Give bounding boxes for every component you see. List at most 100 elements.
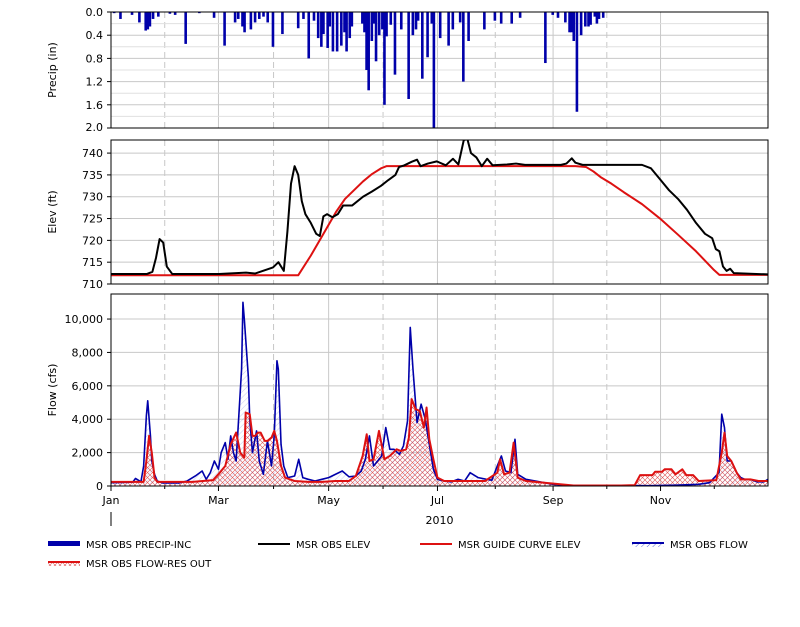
precip-bar bbox=[307, 12, 311, 59]
precip-bar bbox=[385, 12, 388, 37]
elev-y-axis-label: Elev (ft) bbox=[46, 190, 59, 233]
panel-frame bbox=[110, 293, 769, 487]
flow-y-tick-label: 6,000 bbox=[72, 380, 104, 393]
precip-bar bbox=[151, 12, 155, 19]
precip-y-tick-label: 1.2 bbox=[86, 76, 104, 89]
precip-bar bbox=[462, 12, 465, 82]
precip-y-axis-label: Precip (in) bbox=[46, 42, 59, 98]
precip-bar bbox=[157, 12, 160, 17]
precip-bar bbox=[119, 12, 122, 19]
precip-bar bbox=[426, 12, 429, 58]
precip-bar bbox=[212, 12, 216, 18]
elev-y-tick-label: 720 bbox=[82, 234, 103, 247]
precip-bar bbox=[572, 12, 576, 41]
flow-y-axis-label: Flow (cfs) bbox=[46, 364, 59, 417]
x-tick-label: Mar bbox=[208, 494, 229, 507]
precip-bar bbox=[335, 12, 339, 52]
obs-flow-line bbox=[111, 301, 768, 486]
precip-bar bbox=[407, 12, 410, 99]
precip-bar bbox=[432, 12, 436, 128]
precip-bar bbox=[312, 12, 316, 21]
precip-y-tick-label: 2.0 bbox=[86, 121, 104, 134]
precip-bar bbox=[499, 12, 503, 24]
precip-bar bbox=[266, 12, 270, 23]
legend-label: MSR OBS FLOW bbox=[670, 540, 748, 551]
precip-bar bbox=[262, 12, 265, 17]
precip-bar bbox=[249, 12, 253, 30]
flow-y-tick-label: 0 bbox=[96, 480, 103, 493]
precip-bar bbox=[579, 12, 583, 36]
precip-bar bbox=[601, 12, 605, 18]
elev-y-tick-label: 740 bbox=[82, 147, 103, 160]
elev-y-tick-label: 710 bbox=[82, 278, 103, 291]
precip-bar bbox=[350, 12, 354, 27]
precip-bar bbox=[367, 12, 370, 91]
obs-elev-line bbox=[111, 140, 768, 276]
precip-bar bbox=[340, 12, 343, 46]
precip-bar bbox=[184, 12, 187, 44]
precip-bar bbox=[271, 12, 275, 47]
guide-curve-line bbox=[111, 165, 768, 277]
flow-y-tick-label: 4,000 bbox=[72, 413, 104, 426]
precip-bar bbox=[467, 12, 470, 41]
precip-y-tick-label: 0.0 bbox=[86, 6, 104, 19]
elev-y-tick-label: 725 bbox=[82, 213, 103, 226]
flow-y-tick-label: 2,000 bbox=[72, 447, 104, 460]
precip-bar bbox=[328, 12, 332, 27]
precip-y-tick-label: 1.6 bbox=[86, 99, 104, 112]
elev-y-tick-label: 730 bbox=[82, 191, 103, 204]
legend-label: MSR GUIDE CURVE ELEV bbox=[458, 540, 581, 551]
precip-bar bbox=[374, 12, 378, 62]
hydrograph-chart: 0.0 0.4 0.8 1.2 1.6 2.0 Precip (in) 710 715 720 72… bbox=[46, 6, 769, 570]
precip-bar bbox=[331, 12, 335, 52]
elev-lines bbox=[111, 140, 768, 277]
flow-lines bbox=[111, 301, 768, 486]
precip-bar bbox=[399, 12, 403, 30]
precip-bar bbox=[257, 12, 261, 19]
precip-bar bbox=[411, 12, 415, 36]
precip-bar bbox=[421, 12, 424, 79]
precip-bar bbox=[345, 12, 348, 52]
precip-bar bbox=[302, 12, 305, 19]
precip-bar bbox=[544, 12, 547, 64]
chart-stage: 0.0 0.4 0.8 1.2 1.6 2.0 Precip (in) 710 715 720 72… bbox=[0, 0, 800, 627]
precip-bar bbox=[556, 12, 560, 18]
precip-bar bbox=[223, 12, 226, 46]
elev-y-tick-label: 735 bbox=[82, 169, 103, 182]
precip-bar bbox=[518, 12, 522, 18]
precip-bar bbox=[493, 12, 497, 21]
precip-bar bbox=[138, 12, 141, 23]
precip-bar bbox=[458, 12, 462, 23]
precip-bar bbox=[233, 12, 237, 23]
precip-bar bbox=[236, 12, 240, 19]
x-tick-label: Jul bbox=[430, 494, 444, 507]
precip-bar bbox=[389, 12, 393, 25]
x-tick-label: Nov bbox=[650, 494, 672, 507]
legend-label: MSR OBS ELEV bbox=[296, 540, 370, 551]
precip-bar bbox=[243, 12, 246, 33]
x-tick-label: May bbox=[317, 494, 340, 507]
x-tick-label: Sep bbox=[543, 494, 564, 507]
x-year-label: 2010 bbox=[426, 514, 454, 527]
legend-label: MSR OBS PRECIP-INC bbox=[86, 540, 191, 551]
legend-label: MSR OBS FLOW-RES OUT bbox=[86, 559, 212, 570]
precip-bar bbox=[377, 12, 381, 36]
flow-y-tick-label: 8,000 bbox=[72, 346, 104, 359]
precip-bar bbox=[483, 12, 486, 30]
precip-bar bbox=[575, 12, 579, 112]
flow-y-tick-label: 10,000 bbox=[65, 313, 104, 326]
precip-bar bbox=[597, 12, 601, 19]
legend-swatch bbox=[48, 541, 80, 546]
precip-bar bbox=[584, 12, 587, 27]
precip-bar bbox=[148, 12, 152, 27]
precip-bar bbox=[296, 12, 300, 29]
precip-bar bbox=[589, 12, 592, 25]
elev-y-tick-label: 715 bbox=[82, 256, 103, 269]
x-tick-label: Jan bbox=[102, 494, 120, 507]
precip-bar bbox=[316, 12, 320, 39]
precip-bar bbox=[393, 12, 397, 75]
obs-flow-hatch-area bbox=[111, 302, 768, 486]
precip-bar bbox=[438, 12, 442, 39]
precip-bar bbox=[281, 12, 284, 35]
precip-bar bbox=[564, 12, 567, 23]
